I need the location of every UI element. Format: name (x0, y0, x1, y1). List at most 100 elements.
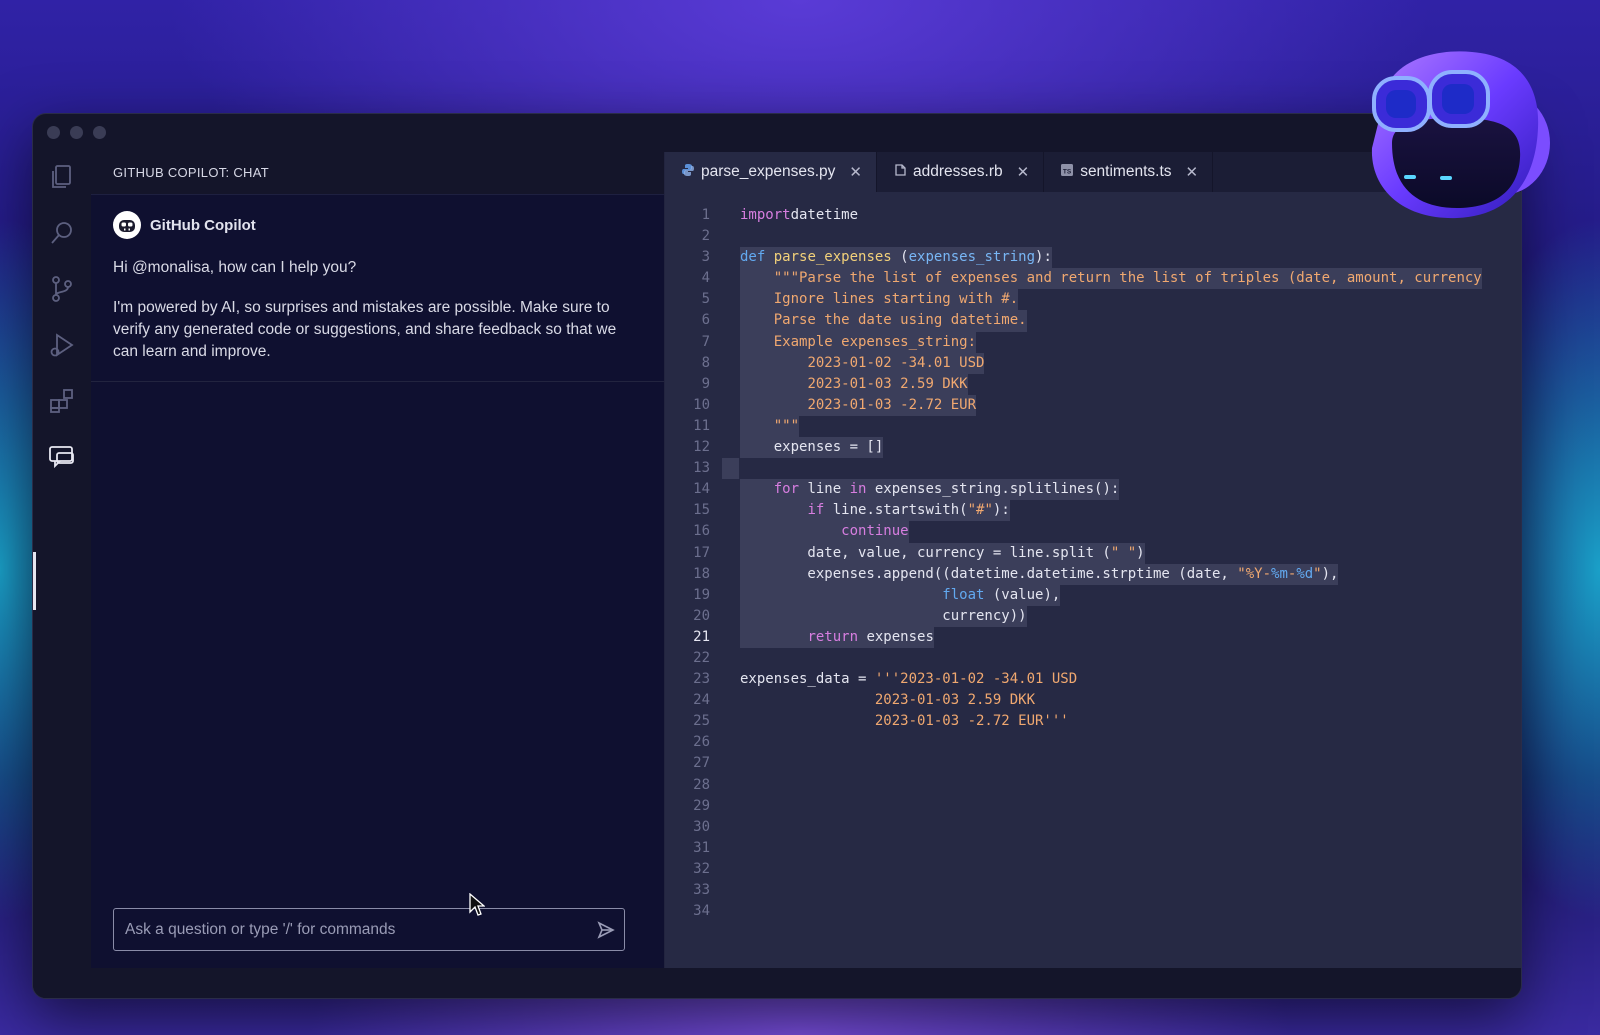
code-token: " " (1110, 544, 1137, 561)
code-line[interactable]: 19 float (value), (665, 584, 1521, 606)
code-token: %m (1271, 565, 1288, 582)
chat-input[interactable] (123, 919, 588, 940)
code-token: continue (841, 523, 909, 540)
source-control-icon[interactable] (47, 274, 77, 304)
line-number: 15 (693, 502, 710, 519)
code-line[interactable]: 18 expenses.append((datetime.datetime.st… (665, 563, 1521, 585)
code-token: expenses_string.splitlines(): (866, 481, 1120, 498)
code-token: expenses_data = (740, 671, 875, 688)
code-line[interactable]: 21 return expenses (665, 626, 1521, 648)
code-line[interactable]: 31 (665, 838, 1521, 859)
code-line[interactable]: 10 2023-01-03 -2.72 EUR (665, 394, 1521, 416)
code-line[interactable]: 27 (665, 753, 1521, 774)
code-text: 2023-01-03 2.59 DKK (740, 690, 1035, 711)
code-text: 2023-01-02 -34.01 USD (740, 352, 985, 374)
code-text: def parse_expenses (expenses_string): (740, 247, 1052, 269)
send-icon (597, 920, 615, 939)
code-token: expenses (858, 628, 934, 645)
code-line[interactable]: 3 def parse_expenses (expenses_string): (665, 247, 1521, 269)
code-line[interactable]: 32 (665, 859, 1521, 880)
code-token: "%Y- (1237, 565, 1272, 582)
editor-tab[interactable]: addresses.rb ✕ (877, 152, 1045, 192)
minimize-window-button[interactable] (70, 126, 83, 139)
line-number: 23 (693, 671, 710, 688)
editor-tab[interactable]: TS sentiments.ts ✕ (1044, 152, 1214, 192)
maximize-window-button[interactable] (93, 126, 106, 139)
code-line[interactable]: 4 """Parse the list of expenses and retu… (665, 268, 1521, 290)
code-line[interactable]: 30 (665, 817, 1521, 838)
extensions-icon[interactable] (47, 386, 77, 416)
code-line[interactable]: 13 (665, 458, 1521, 480)
code-token: def (740, 249, 766, 266)
line-number: 9 (701, 375, 710, 392)
line-number: 14 (693, 481, 710, 498)
code-text: date, value, currency = line.split (" ") (740, 542, 1145, 564)
code-line[interactable]: 33 (665, 880, 1521, 901)
line-number: 22 (693, 649, 710, 666)
code-text: if line.startswith("#"): (740, 500, 1010, 522)
tab-label: sentiments.ts (1080, 163, 1172, 180)
code-line[interactable]: 29 (665, 796, 1521, 817)
python-file-icon (681, 163, 695, 182)
window-controls (47, 126, 106, 139)
code-line[interactable]: 23 expenses_data = '''2023-01-02 -34.01 U… (665, 669, 1521, 690)
code-token: Example expenses_string: (773, 333, 977, 350)
code-token: currency)) (740, 607, 1027, 624)
chat-input-box[interactable] (113, 908, 625, 951)
line-number: 21 (693, 628, 710, 645)
code-line[interactable]: 15 if line.startswith("#"): (665, 500, 1521, 522)
chat-welcome-message: GitHub Copilot Hi @monalisa, how can I h… (91, 195, 664, 382)
code-line[interactable]: 7 Example expenses_string: (665, 331, 1521, 353)
code-line[interactable]: 24 2023-01-03 2.59 DKK (665, 690, 1521, 711)
code-line[interactable]: 12 expenses = [] (665, 437, 1521, 459)
chat-icon[interactable] (47, 442, 77, 472)
run-debug-icon[interactable] (47, 330, 77, 360)
code-line[interactable]: 25 2023-01-03 -2.72 EUR''' (665, 711, 1521, 732)
code-text: currency)) (740, 605, 1027, 627)
code-line[interactable]: 6 Parse the date using datetime. (665, 310, 1521, 332)
line-number: 8 (701, 354, 710, 371)
code-line[interactable]: 28 (665, 775, 1521, 796)
close-tab-icon[interactable]: ✕ (849, 163, 862, 181)
code-area[interactable]: 1 importdatetime 2 3 def parse_expenses (exp… (665, 192, 1521, 922)
search-icon[interactable] (47, 218, 77, 248)
code-line[interactable]: 26 (665, 732, 1521, 753)
code-text: importdatetime (740, 205, 858, 226)
code-line[interactable]: 14 for line in expenses_string.splitline… (665, 479, 1521, 501)
explorer-files-icon[interactable] (47, 162, 77, 192)
line-number: 1 (701, 207, 710, 223)
send-button[interactable] (588, 912, 624, 948)
code-token: """Parse the list of expenses and return… (773, 270, 1482, 287)
code-line[interactable]: 22 (665, 648, 1521, 669)
copilot-avatar-icon (113, 211, 141, 239)
code-line[interactable]: 34 (665, 901, 1521, 922)
code-line[interactable]: 8 2023-01-02 -34.01 USD (665, 352, 1521, 374)
close-window-button[interactable] (47, 126, 60, 139)
code-line[interactable]: 20 currency)) (665, 605, 1521, 627)
code-text (722, 458, 739, 480)
code-line[interactable]: 5 Ignore lines starting with #. (665, 289, 1521, 311)
code-line[interactable]: 11 """ (665, 415, 1521, 438)
code-token: expenses.append((datetime.datetime.strpt… (740, 565, 1238, 582)
code-token: ): (1035, 249, 1052, 266)
code-token: Parse the date using datetime. (773, 312, 1027, 329)
close-tab-icon[interactable]: ✕ (1186, 163, 1199, 181)
copilot-mascot-icon (1371, 51, 1550, 219)
code-token: ( (891, 249, 909, 266)
code-line[interactable]: 2 (665, 226, 1521, 247)
tab-label: addresses.rb (913, 163, 1003, 180)
code-line[interactable]: 17 date, value, currency = line.split ("… (665, 542, 1521, 564)
line-number: 32 (693, 860, 710, 877)
code-token: 2023-01-03 2.59 DKK (807, 375, 968, 392)
code-line[interactable]: 16 continue (665, 521, 1521, 543)
close-tab-icon[interactable]: ✕ (1017, 163, 1030, 181)
editor-tab[interactable]: parse_expenses.py ✕ (665, 152, 877, 192)
code-line[interactable]: 9 2023-01-03 2.59 DKK (665, 373, 1521, 395)
